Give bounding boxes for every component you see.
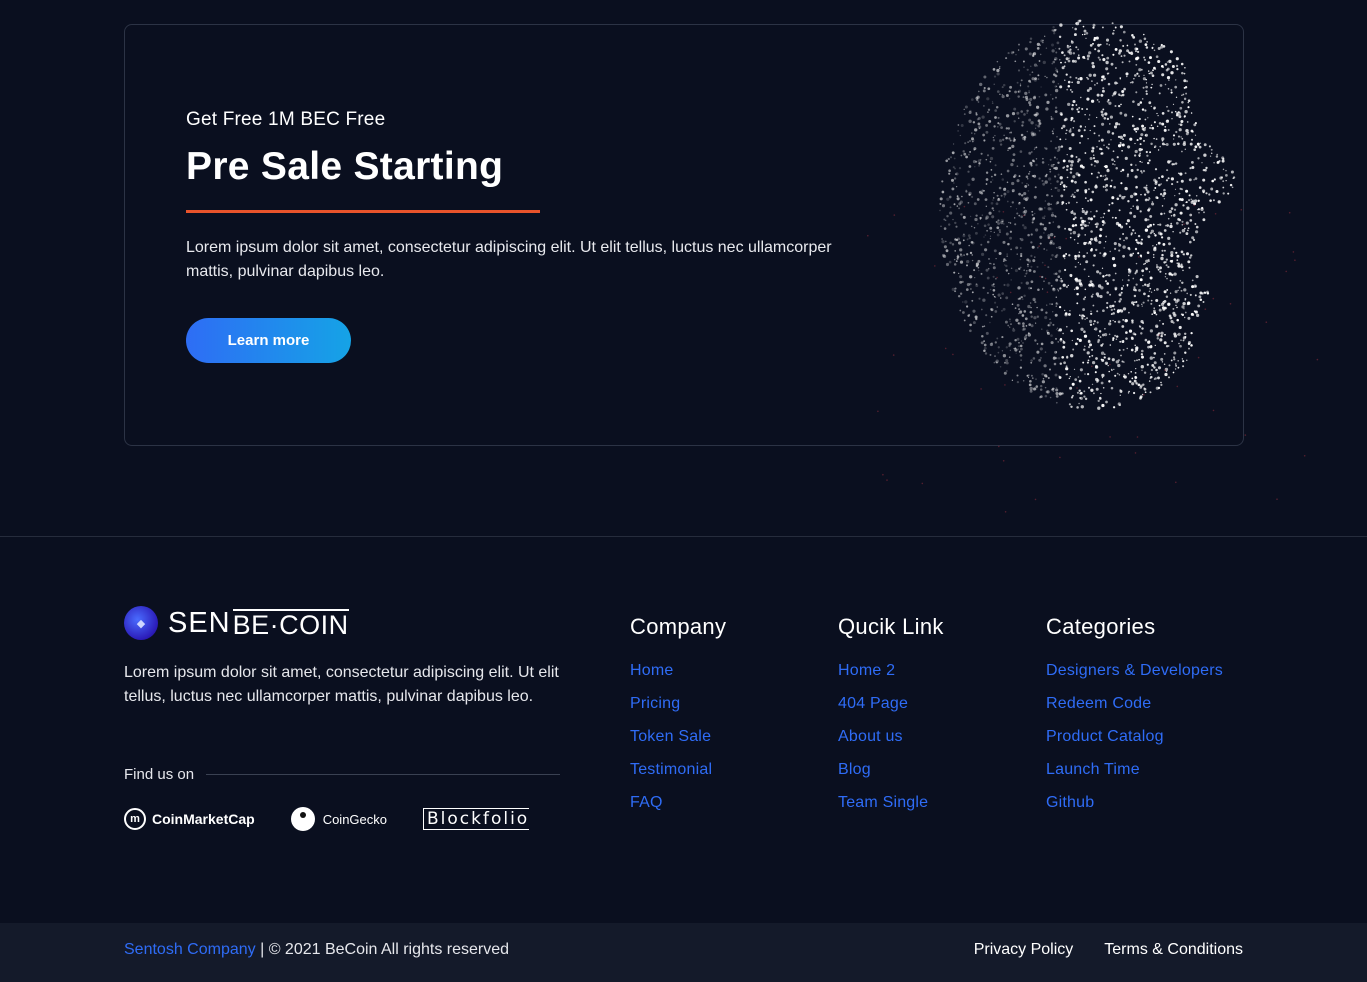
coinmarketcap-label: CoinMarketCap: [152, 811, 255, 827]
partner-logos: m CoinMarketCap CoinGecko Blockfolio: [124, 807, 565, 831]
coinmarketcap-icon: m: [124, 808, 146, 830]
company-link[interactable]: Sentosh Company: [124, 941, 256, 958]
footer-link-blog[interactable]: Blog: [838, 761, 871, 778]
footer-link-designers-developers[interactable]: Designers & Developers: [1046, 662, 1223, 679]
presale-title: Pre Sale Starting: [186, 145, 504, 188]
presale-description: Lorem ipsum dolor sit amet, consectetur …: [186, 239, 832, 280]
globe-logo-icon: ◆: [124, 606, 158, 640]
presale-kicker: Get Free 1M BEC Free: [186, 109, 386, 130]
find-us-row: Find us on: [124, 766, 560, 783]
coingecko-label: CoinGecko: [322, 811, 387, 827]
coinmarketcap-link[interactable]: m CoinMarketCap: [124, 808, 255, 830]
footer-link-team-single[interactable]: Team Single: [838, 794, 928, 811]
brand-name-part2: BE·COIN: [232, 608, 349, 640]
footer-link-home[interactable]: Home: [630, 662, 673, 679]
find-us-label: Find us on: [124, 766, 195, 783]
footer-logo[interactable]: ◆ SEN BE·COIN: [124, 606, 349, 640]
column-title: Categories: [1046, 614, 1156, 639]
footer-link-redeem-code[interactable]: Redeem Code: [1046, 695, 1151, 712]
legal-links: Privacy Policy Terms & Conditions: [943, 941, 1243, 959]
footer-column-categories: Categories Designers & Developers Redeem…: [1046, 614, 1223, 827]
column-title: Qucik Link: [838, 614, 944, 639]
brand-name-part1: SEN: [168, 606, 231, 639]
footer-column-quick-link: Qucik Link Home 2 404 Page About us Blog…: [838, 614, 944, 827]
footer-link-launch-time[interactable]: Launch Time: [1046, 761, 1140, 778]
terms-conditions-link[interactable]: Terms & Conditions: [1104, 941, 1243, 959]
footer-link-testimonial[interactable]: Testimonial: [630, 761, 712, 778]
blockfolio-link[interactable]: Blockfolio: [423, 808, 530, 830]
coingecko-icon: [290, 807, 315, 831]
footer-link-pricing[interactable]: Pricing: [630, 695, 680, 712]
footer-link-about-us[interactable]: About us: [838, 728, 903, 745]
footer-link-github[interactable]: Github: [1046, 794, 1094, 811]
footer-link-faq[interactable]: FAQ: [630, 794, 663, 811]
particle-face-illustration: [867, 19, 1319, 513]
footer-link-home-2[interactable]: Home 2: [838, 662, 895, 679]
section-divider: [0, 536, 1367, 537]
blockfolio-label: Blockfolio: [423, 808, 530, 830]
column-title: Company: [630, 614, 727, 639]
footer-link-product-catalog[interactable]: Product Catalog: [1046, 728, 1164, 745]
title-underline: [186, 210, 540, 213]
copyright-notice: | © 2021 BeCoin All rights reserved: [255, 941, 510, 958]
footer-description: Lorem ipsum dolor sit amet, consectetur …: [124, 664, 559, 705]
find-us-line: [206, 774, 560, 775]
privacy-policy-link[interactable]: Privacy Policy: [974, 941, 1074, 959]
footer-column-company: Company Home Pricing Token Sale Testimon…: [630, 614, 726, 827]
bottom-bar: Sentosh Company | © 2021 BeCoin All righ…: [0, 923, 1367, 982]
copyright-text: Sentosh Company | © 2021 BeCoin All righ…: [124, 941, 509, 959]
footer-link-404-page[interactable]: 404 Page: [838, 695, 908, 712]
learn-more-button[interactable]: Learn more: [186, 318, 351, 363]
coingecko-link[interactable]: CoinGecko: [290, 807, 387, 831]
footer-link-token-sale[interactable]: Token Sale: [630, 728, 711, 745]
